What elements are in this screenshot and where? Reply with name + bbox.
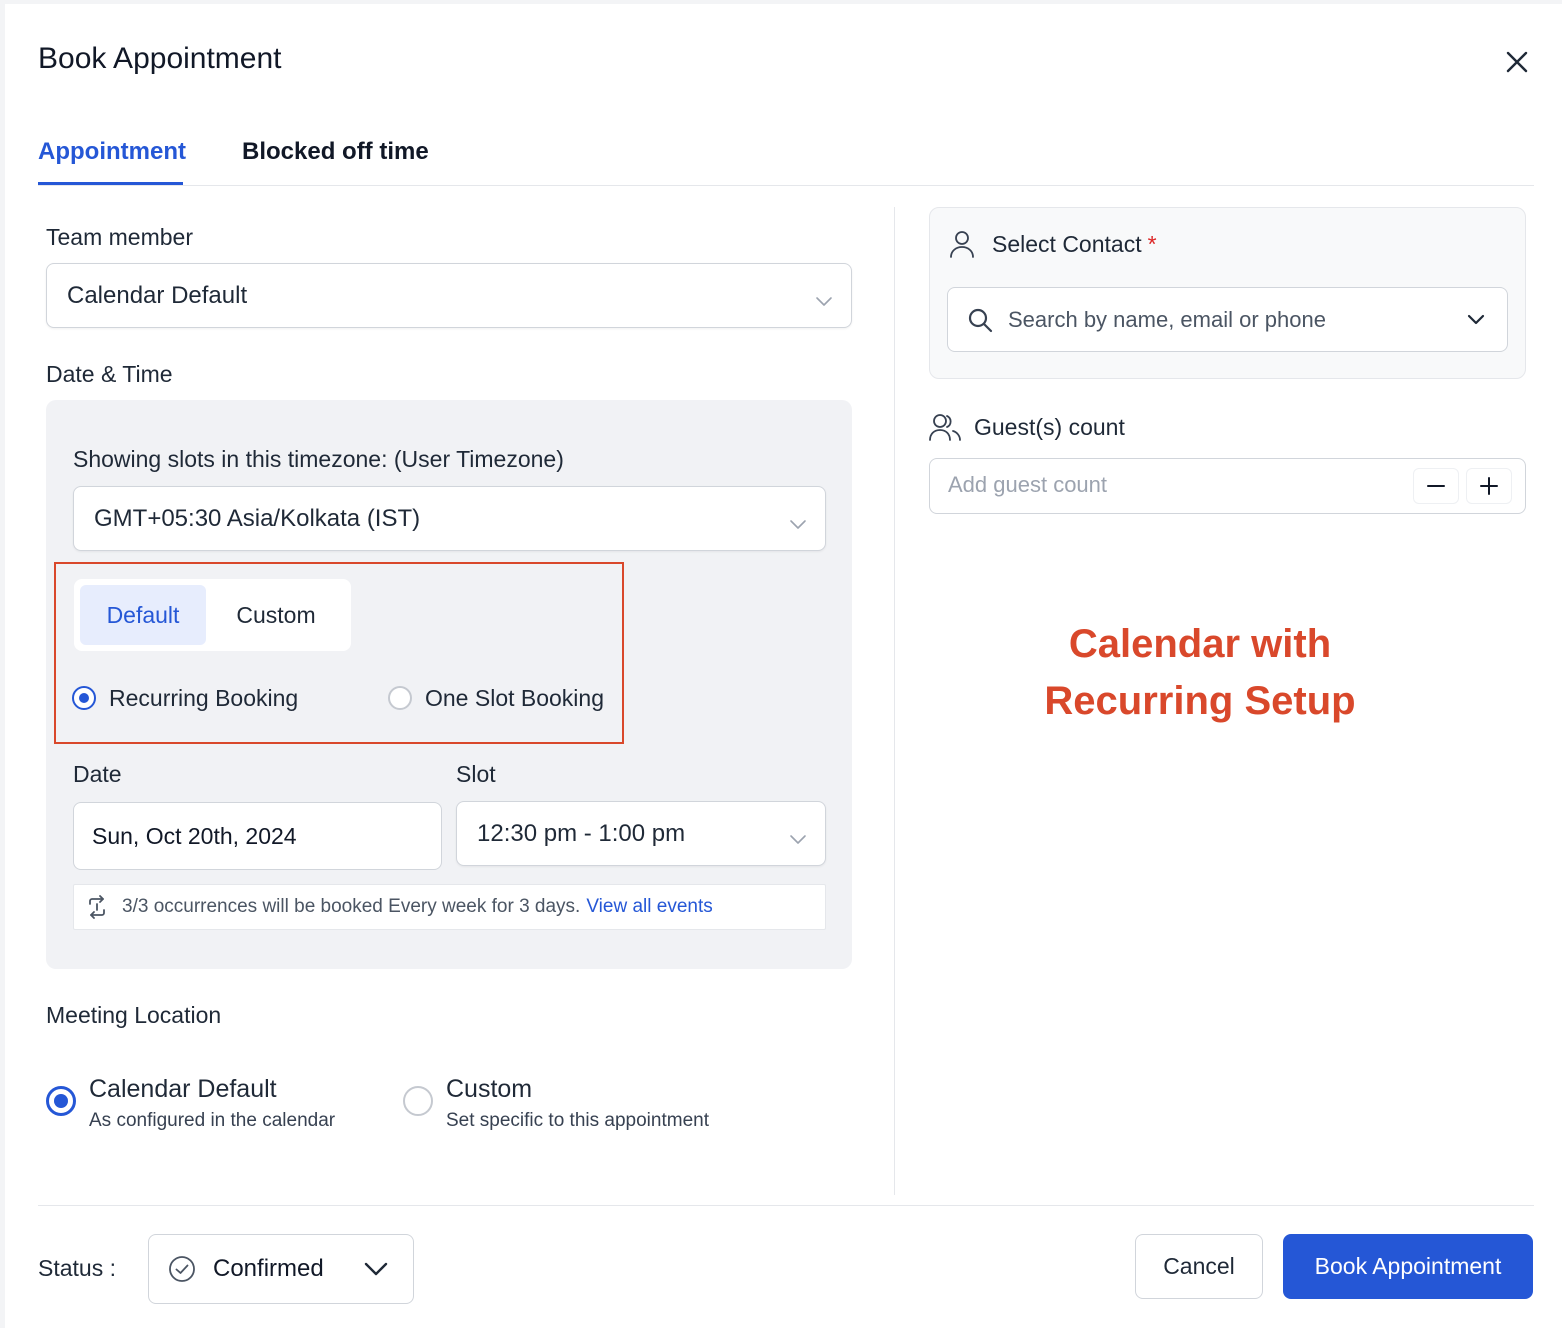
- location-custom-subtitle: Set specific to this appointment: [446, 1110, 709, 1131]
- plus-icon: [1480, 477, 1498, 495]
- cancel-button[interactable]: Cancel: [1135, 1234, 1263, 1299]
- minus-icon: [1427, 485, 1445, 487]
- highlight-annotation-box: [54, 562, 624, 744]
- status-select[interactable]: Confirmed: [148, 1234, 414, 1304]
- check-circle-icon: [169, 1256, 195, 1282]
- close-icon: [1506, 51, 1528, 73]
- team-member-label: Team member: [46, 224, 193, 250]
- timezone-value: GMT+05:30 Asia/Kolkata (IST): [94, 504, 421, 532]
- slot-select[interactable]: 12:30 pm - 1:00 pm: [456, 801, 826, 866]
- column-divider: [894, 207, 895, 1195]
- annotation-text: Calendar with Recurring Setup: [1005, 616, 1395, 730]
- tab-blocked-off-time[interactable]: Blocked off time: [242, 138, 429, 166]
- book-appointment-button[interactable]: Book Appointment: [1283, 1234, 1533, 1299]
- location-custom-radio[interactable]: [403, 1086, 433, 1116]
- date-input[interactable]: Sun, Oct 20th, 2024: [73, 802, 442, 870]
- timezone-select[interactable]: GMT+05:30 Asia/Kolkata (IST): [73, 486, 826, 551]
- users-icon: [929, 414, 961, 441]
- team-member-value: Calendar Default: [67, 281, 248, 309]
- timezone-label: Showing slots in this timezone: (User Ti…: [73, 446, 564, 472]
- team-member-select[interactable]: Calendar Default: [46, 263, 852, 328]
- search-icon: [968, 308, 993, 332]
- view-all-events-link[interactable]: View all events: [586, 896, 712, 918]
- tabs-divider: [38, 185, 1534, 186]
- chevron-down-icon: [815, 288, 833, 306]
- location-calendar-default-radio[interactable]: [46, 1086, 76, 1116]
- location-custom-title: Custom: [446, 1075, 533, 1103]
- tab-appointment[interactable]: Appointment: [38, 138, 186, 166]
- location-calendar-default-subtitle: As configured in the calendar: [89, 1110, 336, 1131]
- chevron-down-icon: [789, 826, 807, 844]
- repeat-icon: [89, 895, 105, 919]
- slot-value: 12:30 pm - 1:00 pm: [477, 819, 686, 847]
- footer-divider: [38, 1205, 1534, 1206]
- contact-search-box[interactable]: [947, 287, 1508, 352]
- chevron-down-icon: [364, 1262, 388, 1276]
- annotation-line-2: Recurring Setup: [1044, 679, 1356, 723]
- guest-count-field: [929, 458, 1526, 514]
- status-value: Confirmed: [213, 1255, 324, 1282]
- meeting-location-label: Meeting Location: [46, 1002, 222, 1028]
- user-icon: [950, 231, 974, 258]
- chevron-down-icon[interactable]: [1466, 312, 1486, 328]
- date-label: Date: [73, 761, 122, 787]
- required-mark: *: [1147, 231, 1157, 257]
- occurrence-info: 3/3 occurrences will be booked Every wee…: [73, 884, 826, 930]
- guest-count-label: Guest(s) count: [974, 414, 1125, 440]
- modal-title: Book Appointment: [38, 42, 282, 75]
- book-appointment-modal: Book Appointment Appointment Blocked off…: [5, 4, 1562, 1328]
- decrement-button[interactable]: [1413, 468, 1459, 504]
- close-button[interactable]: [1501, 46, 1533, 78]
- chevron-down-icon: [789, 511, 807, 529]
- annotation-line-1: Calendar with: [1068, 622, 1332, 666]
- contact-search-input[interactable]: [1008, 306, 1428, 333]
- occurrence-text: 3/3 occurrences will be booked Every wee…: [122, 896, 581, 917]
- increment-button[interactable]: [1466, 468, 1512, 504]
- slot-label: Slot: [456, 761, 496, 787]
- location-calendar-default-title: Calendar Default: [89, 1075, 277, 1103]
- guest-count-input[interactable]: [948, 472, 1388, 498]
- date-time-label: Date & Time: [46, 361, 173, 387]
- select-contact-label: Select Contact *: [992, 231, 1157, 257]
- status-label: Status :: [38, 1255, 116, 1281]
